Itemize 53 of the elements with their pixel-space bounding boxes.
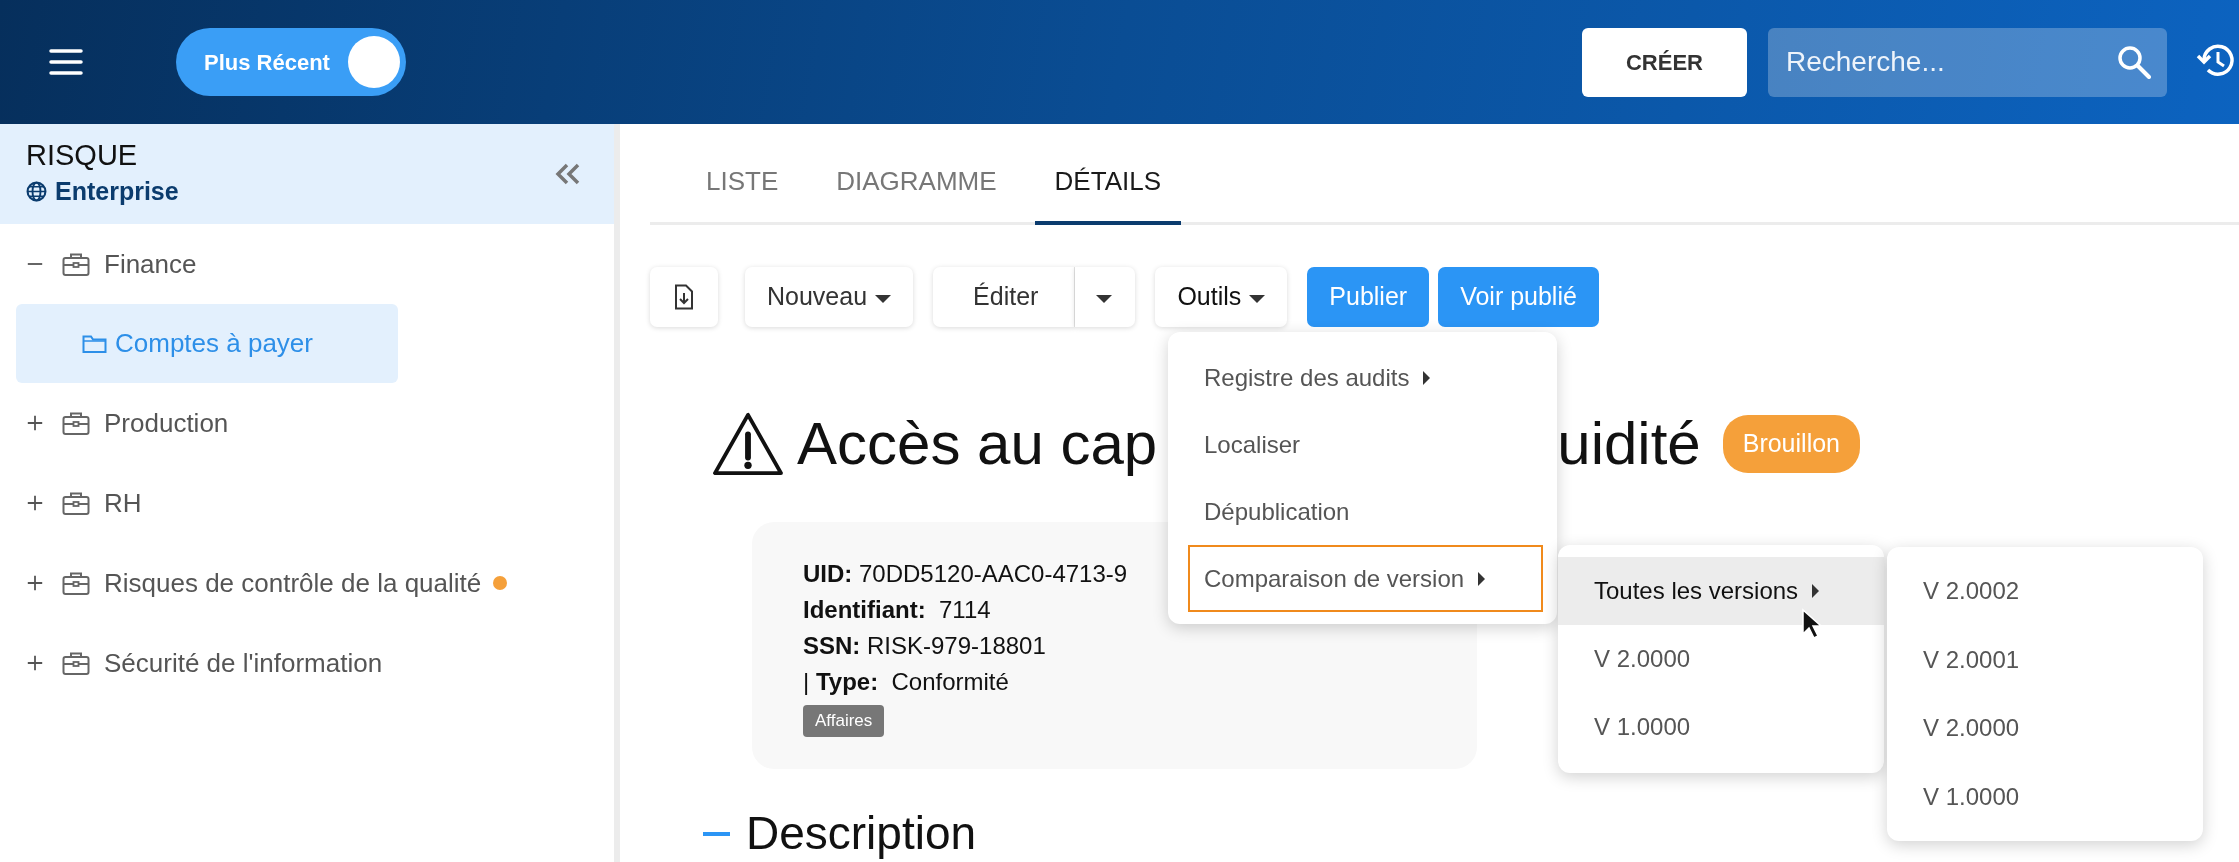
record-title: Accès au cap — [797, 411, 1158, 477]
menu-item[interactable]: Toutes les versions — [1558, 557, 1884, 625]
create-button[interactable]: CRÉER — [1582, 27, 1747, 97]
search-icon[interactable] — [2117, 45, 2151, 79]
tree-item[interactable]: Production — [0, 383, 614, 463]
status-badge: Brouillon — [1722, 415, 1860, 473]
menu-item[interactable]: V 1.0000 — [1887, 762, 2203, 831]
tree-item[interactable]: RH — [0, 463, 614, 543]
tree-item[interactable]: Risques de contrôle de la qualité — [0, 543, 614, 623]
plus-icon[interactable] — [26, 574, 44, 592]
tag: Affaires — [803, 705, 885, 737]
field-line: UID: 70DD5120-AAC0-4713-9 — [803, 559, 1128, 589]
cursor-icon — [1801, 608, 1823, 640]
dropdown-button[interactable]: Nouveau — [745, 267, 914, 327]
search-field[interactable]: Recherche... — [1784, 40, 2117, 84]
menu-item[interactable]: V 2.0000 — [1558, 625, 1884, 693]
tab[interactable]: DIAGRAMME — [816, 162, 1017, 225]
briefcase-icon — [62, 650, 90, 676]
warning-icon — [711, 411, 785, 477]
record-title: uidité — [1557, 411, 1701, 477]
field-line: | Type: Conformité — [803, 667, 1009, 697]
field-line: SSN: RISK-979-18801 — [803, 631, 1046, 661]
scope-label: Enterprise — [55, 175, 179, 207]
tab[interactable]: DÉTAILS — [1034, 162, 1182, 225]
briefcase-icon — [62, 490, 90, 516]
menu-item[interactable]: V 2.0001 — [1887, 625, 2203, 694]
dropdown-button[interactable]: Outils — [1155, 267, 1288, 327]
globe-icon — [26, 181, 47, 203]
collapse-dash-icon[interactable] — [703, 831, 730, 836]
menu-item[interactable]: Dépublication — [1168, 478, 1557, 545]
menu-item[interactable]: V 2.0002 — [1887, 557, 2203, 626]
menu-item[interactable]: V 1.0000 — [1558, 693, 1884, 761]
tree-item[interactable]: Sécurité de l'information — [0, 623, 614, 703]
menu-item[interactable]: Comparaison de version — [1188, 545, 1543, 612]
file-download-icon — [673, 284, 695, 310]
search-bar[interactable]: Recherche... — [1768, 27, 2167, 97]
section-heading: Description — [746, 806, 977, 861]
plus-icon[interactable] — [26, 414, 44, 432]
dropdown-toggle-button[interactable] — [1075, 267, 1136, 327]
plus-icon[interactable] — [26, 494, 44, 512]
plus-icon[interactable] — [26, 654, 44, 672]
menu-item[interactable]: V 2.0000 — [1887, 694, 2203, 763]
menu-item[interactable]: Localiser — [1168, 411, 1557, 478]
field-line: Identifiant: 7114 — [803, 595, 991, 625]
download-button[interactable] — [650, 267, 718, 327]
edit-button[interactable]: Éditer — [933, 267, 1076, 327]
briefcase-icon — [62, 570, 90, 596]
tree-item[interactable]: Finance — [0, 224, 614, 304]
briefcase-icon — [62, 410, 90, 436]
tab[interactable]: LISTE — [686, 162, 799, 225]
briefcase-icon — [62, 251, 90, 277]
menu-item[interactable]: Registre des audits — [1168, 344, 1557, 411]
sidebar-title: RISQUE — [26, 138, 139, 173]
